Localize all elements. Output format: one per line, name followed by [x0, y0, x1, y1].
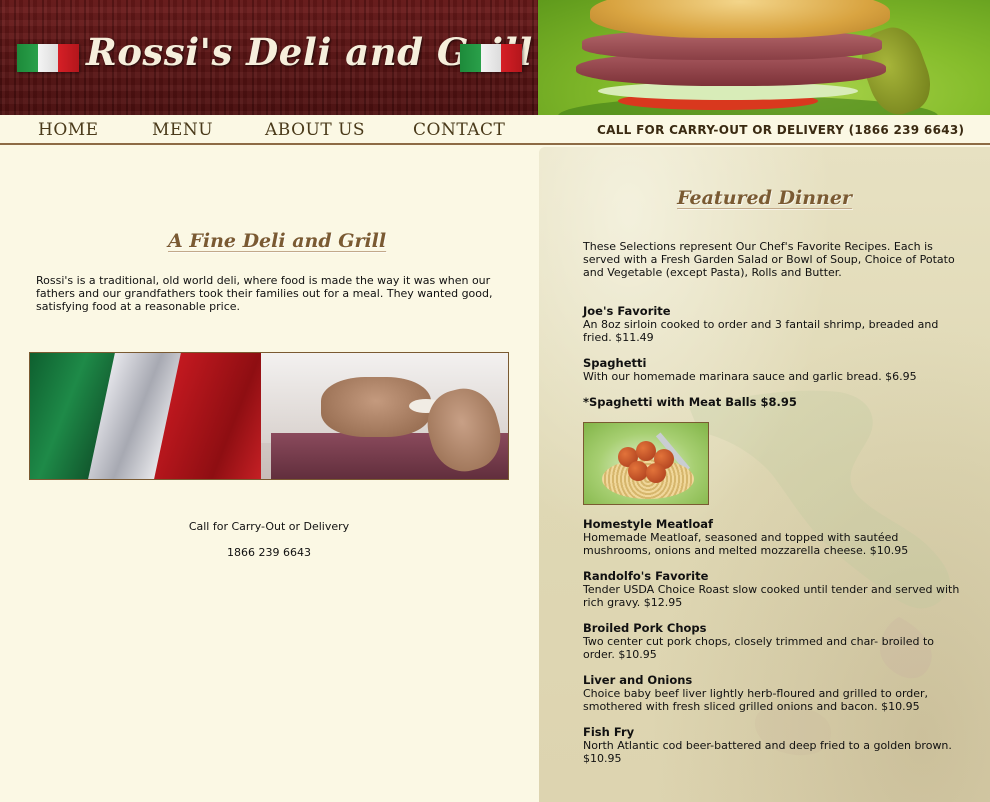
- carry-out-phone-banner: CALL FOR CARRY-OUT OR DELIVERY (1866 239…: [597, 123, 965, 137]
- featured-dinner-panel: Featured Dinner These Selections represe…: [539, 147, 990, 802]
- featured-dinner-heading: Featured Dinner: [677, 187, 852, 209]
- sandwich-photo: [538, 0, 990, 115]
- menu-item: Joe's Favorite An 8oz sirloin cooked to …: [583, 304, 963, 345]
- menu-item-description: Homemade Meatloaf, seasoned and topped w…: [583, 531, 909, 557]
- menu-item-description: North Atlantic cod beer-battered and dee…: [583, 739, 952, 765]
- intro-column: A Fine Deli and Grill Rossi's is a tradi…: [0, 147, 538, 802]
- nav-home-link[interactable]: HOME: [38, 120, 99, 140]
- menu-item-name: Broiled Pork Chops: [583, 621, 707, 635]
- waving-flag-photo: [30, 353, 261, 479]
- menu-item: *Spaghetti with Meat Balls $8.95: [583, 396, 963, 409]
- site-title[interactable]: Rossi's Deli and Grill: [86, 30, 532, 74]
- main-nav: HOME MENU ABOUT US CONTACT CALL FOR CARR…: [0, 115, 990, 145]
- menu-item-description: Tender USDA Choice Roast slow cooked unt…: [583, 583, 960, 609]
- menu-item-description: Choice baby beef liver lightly herb-flou…: [583, 687, 929, 713]
- intro-paragraph: Rossi's is a traditional, old world deli…: [36, 274, 493, 313]
- menu-item: Spaghetti With our homemade marinara sau…: [583, 356, 963, 384]
- site-header: Rossi's Deli and Grill: [0, 0, 990, 115]
- nav-menu-link[interactable]: MENU: [152, 120, 213, 140]
- menu-item-name: Liver and Onions: [583, 673, 693, 687]
- menu-item: Fish Fry North Atlantic cod beer-battere…: [583, 725, 963, 766]
- menu-item-name: *Spaghetti with Meat Balls $8.95: [583, 395, 797, 409]
- menu-item-description: With our homemade marinara sauce and gar…: [583, 370, 917, 383]
- banner-photos: [29, 352, 509, 480]
- menu-item-description: Two center cut pork chops, closely trimm…: [583, 635, 934, 661]
- intro-heading: A Fine Deli and Grill: [168, 230, 387, 252]
- menu-item-description: An 8oz sirloin cooked to order and 3 fan…: [583, 318, 939, 344]
- menu-item-name: Homestyle Meatloaf: [583, 517, 713, 531]
- call-number: 1866 239 6643: [227, 546, 311, 559]
- brand-banner: Rossi's Deli and Grill: [0, 0, 538, 115]
- menu-item-name: Joe's Favorite: [583, 304, 671, 318]
- menu-item-name: Spaghetti: [583, 356, 647, 370]
- nav-contact-link[interactable]: CONTACT: [413, 120, 505, 140]
- italian-flag-icon: [17, 44, 80, 72]
- spaghetti-meatballs-photo: [583, 422, 709, 505]
- menu-item: Broiled Pork Chops Two center cut pork c…: [583, 621, 963, 662]
- menu-item-name: Fish Fry: [583, 725, 635, 739]
- menu-intro: These Selections represent Our Chef's Fa…: [583, 240, 955, 279]
- menu-item: Randolfo's Favorite Tender USDA Choice R…: [583, 569, 963, 610]
- menu-item-name: Randolfo's Favorite: [583, 569, 709, 583]
- chef-hands-photo: [260, 353, 508, 479]
- call-label: Call for Carry-Out or Delivery: [188, 520, 350, 533]
- nav-about-us-link[interactable]: ABOUT US: [265, 120, 365, 140]
- menu-item: Liver and Onions Choice baby beef liver …: [583, 673, 963, 714]
- italian-flag-icon: [460, 44, 523, 72]
- menu-item: Homestyle Meatloaf Homemade Meatloaf, se…: [583, 517, 963, 558]
